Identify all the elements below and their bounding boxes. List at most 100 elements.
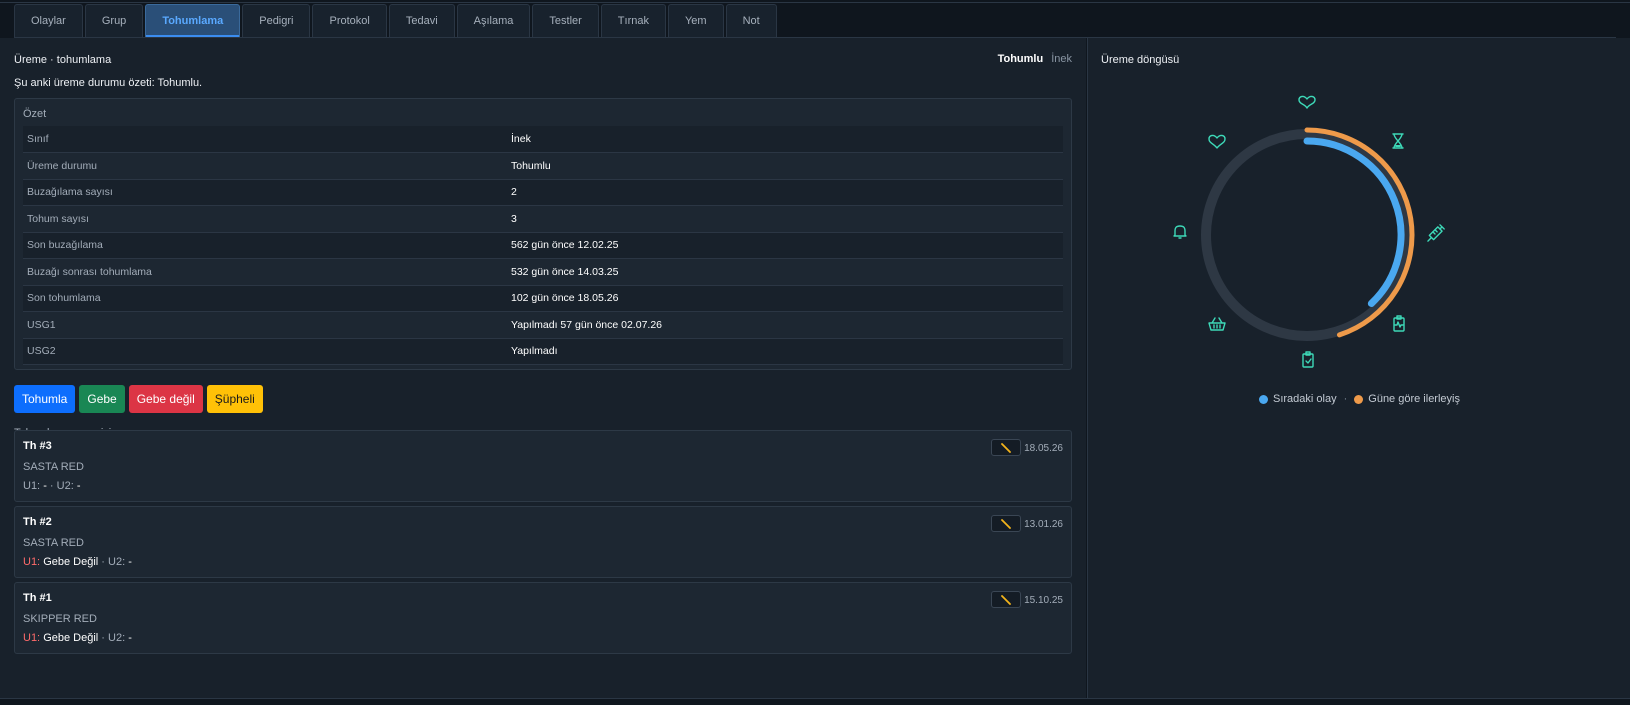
u2-label: U2: — [108, 556, 126, 568]
u1-label: U1: — [23, 632, 41, 644]
history-card: Th #3 SASTA RED U1: - · U2: - 18.05.26 — [14, 430, 1072, 502]
table-row: Son buzağılama 562 gün önce 12.02.25 — [23, 232, 1063, 259]
summary-card: Özet Sınıf İnek Üreme durumu Tohumlu Buzağ… — [14, 98, 1072, 370]
legend-dot-next — [1259, 394, 1268, 404]
legend-next-event: Sıradaki olay — [1259, 393, 1337, 405]
pencil-icon — [1001, 442, 1011, 453]
table-row: Buzağı sonrası tohumlama 532 gün önce 14.… — [23, 258, 1063, 286]
table-row: Tohum sayısı 3 — [23, 205, 1063, 233]
table-row: USG1 Yapılmadı 57 gün önce 02.07.26 — [23, 311, 1063, 339]
bull-name: SKIPPER RED — [23, 613, 97, 625]
row-key: Son tohumlama — [23, 285, 507, 312]
u1-label: U1: — [23, 556, 41, 568]
u2-value: - — [76, 480, 81, 492]
history-card: Th #2 SASTA RED U1: Gebe Değil · U2: - 1… — [14, 506, 1072, 578]
table-row: USG2 Yapılmadı — [23, 338, 1063, 365]
row-value: Yapılmadı 57 gün önce 02.07.26 — [507, 311, 1063, 339]
tab-pedigri[interactable]: Pedigri — [242, 4, 311, 37]
tab-testler[interactable]: Testler — [532, 4, 599, 37]
reproduction-cycle-panel: Üreme döngüsü Sıradaki olay · Güne göre … — [1087, 38, 1630, 698]
edit-button[interactable] — [991, 591, 1021, 608]
u1-value: Gebe Değil — [43, 556, 99, 568]
tab-protokol[interactable]: Protokol — [312, 4, 387, 37]
tab-yem[interactable]: Yem — [667, 4, 724, 37]
row-value: Tohumlu — [507, 152, 1063, 180]
status-bold: Tohumlu — [997, 53, 1044, 65]
cycle-legend: Sıradaki olay · Güne göre ilerleyiş — [1088, 393, 1630, 405]
tab-tohumlama[interactable]: Tohumlama — [145, 4, 241, 37]
pencil-icon — [1001, 518, 1011, 529]
u1-label: U1: — [23, 480, 41, 492]
edit-button[interactable] — [991, 439, 1021, 456]
tab-not[interactable]: Not — [725, 4, 777, 37]
row-value: 532 gün önce 14.03.25 — [507, 258, 1063, 286]
insemination-date: 15.10.25 — [1024, 595, 1063, 606]
inseminate-button[interactable]: Tohumla — [14, 385, 76, 413]
hourglass-icon — [1392, 133, 1404, 149]
u2-value: - — [128, 556, 132, 568]
syringe-icon — [1427, 224, 1445, 242]
edit-button[interactable] — [991, 515, 1021, 532]
section-title: Üreme · tohumlama — [14, 54, 112, 66]
tab-olaylar[interactable]: Olaylar — [14, 4, 83, 37]
insemination-number: Th #3 — [23, 440, 52, 452]
insemination-number: Th #1 — [23, 592, 52, 604]
table-row: Buzağılama sayısı 2 — [23, 179, 1063, 206]
history-card: Th #1 SKIPPER RED U1: Gebe Değil · U2: -… — [14, 582, 1072, 654]
row-key: Buzağılama sayısı — [23, 179, 507, 206]
row-key: USG1 — [23, 311, 507, 339]
table-row: Üreme durumu Tohumlu — [23, 152, 1063, 180]
heart-icon — [1298, 95, 1316, 109]
row-value: İnek — [507, 126, 1063, 153]
row-value: 2 — [507, 179, 1063, 206]
pregnant-button[interactable]: Gebe — [79, 385, 125, 413]
tab-tedavi[interactable]: Tedavi — [388, 4, 455, 37]
usg-results: U1: Gebe Değil · U2: - — [23, 632, 132, 644]
insemination-date: 13.01.26 — [1024, 519, 1063, 530]
bell-icon — [1173, 225, 1187, 239]
tab-grup[interactable]: Grup — [84, 4, 144, 37]
bull-name: SASTA RED — [23, 537, 84, 549]
pencil-icon — [1001, 594, 1011, 605]
legend-day-label: Güne göre ilerleyiş — [1368, 393, 1460, 405]
u2-label: U2: — [56, 480, 74, 492]
u1-value: - — [43, 480, 47, 492]
tab-tirnak[interactable]: Tırnak — [600, 4, 666, 37]
status-class: İnek — [1051, 53, 1072, 65]
legend-day-progress: Güne göre ilerleyiş — [1354, 393, 1460, 405]
row-key: USG2 — [23, 338, 507, 365]
legend-dot-day — [1354, 394, 1364, 404]
suspicious-button[interactable]: Şüpheli — [206, 385, 263, 413]
insemination-date: 18.05.26 — [1024, 443, 1063, 454]
summary-table: Sınıf İnek Üreme durumu Tohumlu Buzağılama… — [23, 126, 1063, 365]
legend-next-label: Sıradaki olay — [1273, 393, 1337, 405]
bull-name: SASTA RED — [23, 461, 84, 473]
tab-bar: Olaylar Grup Tohumlama Pedigri Protokol … — [14, 4, 777, 37]
row-key: Buzağı sonrası tohumlama — [23, 258, 507, 286]
table-row: Sınıf İnek — [23, 126, 1063, 153]
u2-label: U2: — [108, 632, 126, 644]
u1-value: Gebe Değil — [43, 632, 99, 644]
status-summary-text: Şu anki üreme durumu özeti: Tohumlu. — [14, 77, 203, 89]
not-pregnant-button[interactable]: Gebe değil — [128, 385, 203, 413]
row-key: Sınıf — [23, 126, 507, 153]
cycle-diagram — [1173, 95, 1445, 368]
u2-value: - — [128, 632, 132, 644]
table-row: Son tohumlama 102 gün önce 18.05.26 — [23, 285, 1063, 312]
clipboard-check-icon — [1302, 351, 1314, 368]
row-key: Tohum sayısı — [23, 205, 507, 233]
row-key: Son buzağılama — [23, 232, 507, 259]
summary-title: Özet — [23, 108, 47, 120]
row-value: Yapılmadı — [507, 338, 1063, 365]
tab-asilama[interactable]: Aşılama — [456, 4, 531, 37]
row-value: 102 gün önce 18.05.26 — [507, 285, 1063, 312]
usg-results: U1: Gebe Değil · U2: - — [23, 556, 132, 568]
top-border — [0, 2, 1630, 3]
bottom-border — [0, 698, 1630, 699]
status-indicator: Tohumlu İnek — [998, 53, 1072, 65]
row-value: 3 — [507, 205, 1063, 233]
cycle-track — [1201, 129, 1413, 341]
row-value: 562 gün önce 12.02.25 — [507, 232, 1063, 259]
clipboard-pulse-icon — [1393, 315, 1405, 332]
row-key: Üreme durumu — [23, 152, 507, 180]
